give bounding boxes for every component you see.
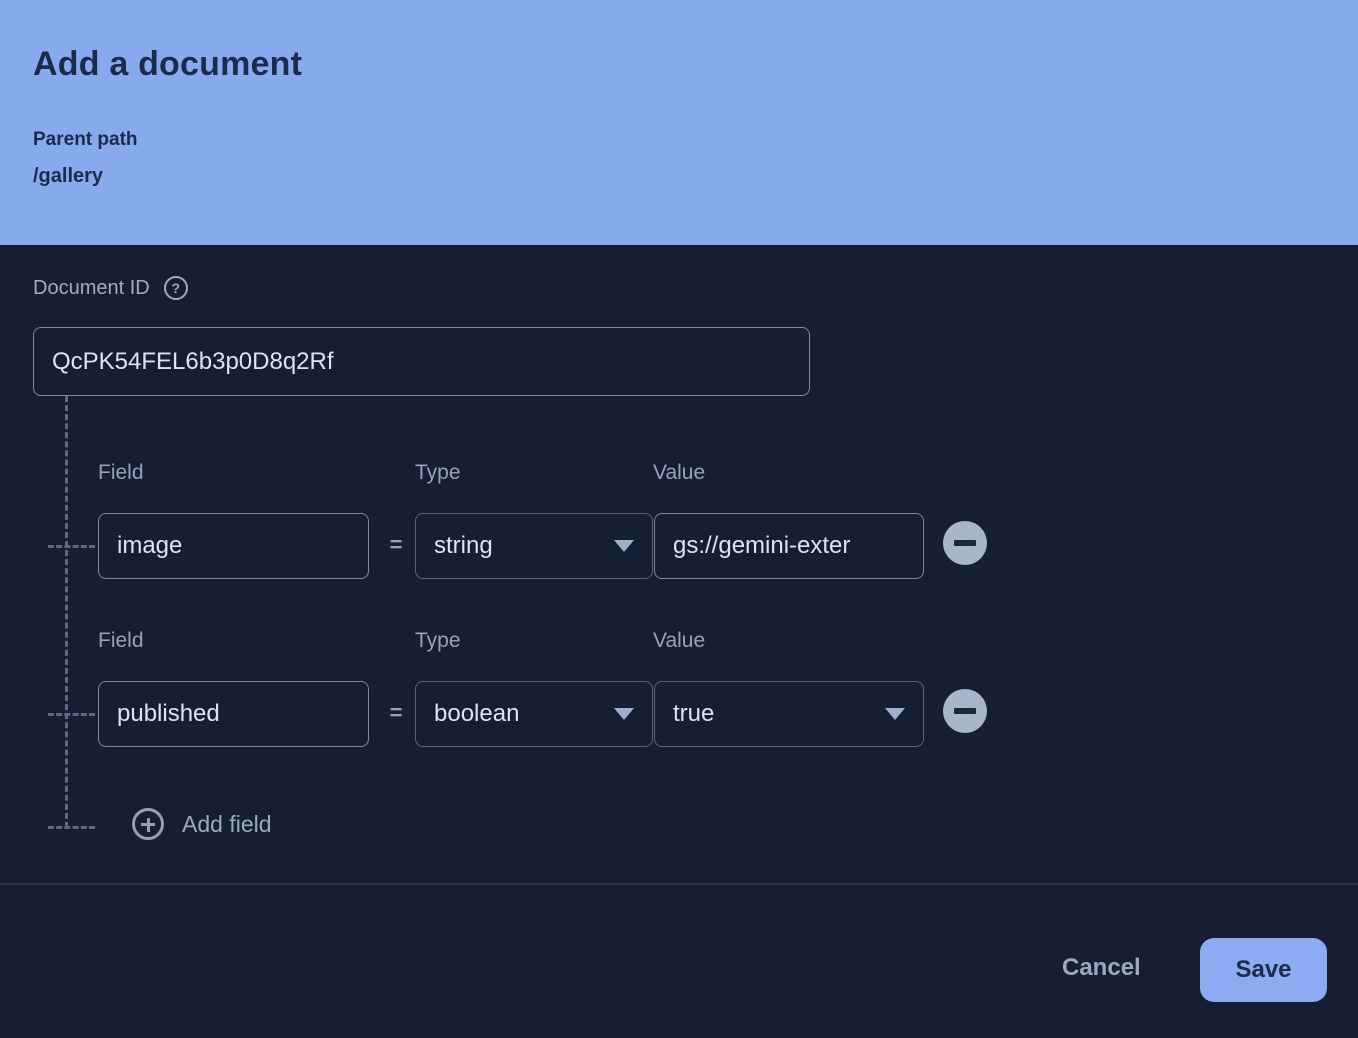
field-name-input[interactable] xyxy=(98,513,369,579)
field-value-selected-value: true xyxy=(673,700,714,728)
remove-field-button[interactable] xyxy=(943,689,987,733)
field-type-selected-value: boolean xyxy=(434,700,519,728)
parent-path-value: /gallery xyxy=(33,165,103,188)
field-column-label: Field xyxy=(98,629,144,653)
field-value-input[interactable] xyxy=(654,513,924,579)
minus-icon xyxy=(954,708,976,714)
dialog-title: Add a document xyxy=(33,45,302,84)
equals-sign: = xyxy=(385,532,407,558)
field-name-input[interactable] xyxy=(98,681,369,747)
equals-sign: = xyxy=(385,700,407,726)
cancel-button[interactable]: Cancel xyxy=(1040,944,1163,992)
footer-divider xyxy=(0,883,1358,885)
plus-circle-icon xyxy=(132,808,164,840)
tree-connector-vertical xyxy=(65,396,68,828)
tree-connector-branch xyxy=(48,545,95,548)
save-button[interactable]: Save xyxy=(1200,938,1327,1002)
document-id-label: Document ID xyxy=(33,277,150,300)
add-document-dialog: Add a document Parent path /gallery Docu… xyxy=(0,0,1358,1038)
field-type-select[interactable]: string xyxy=(415,513,653,579)
remove-field-button[interactable] xyxy=(943,521,987,565)
field-type-select[interactable]: boolean xyxy=(415,681,653,747)
help-icon[interactable]: ? xyxy=(164,276,188,300)
add-field-label: Add field xyxy=(182,811,272,838)
parent-path-label: Parent path xyxy=(33,129,138,151)
chevron-down-icon xyxy=(885,708,905,720)
value-column-label: Value xyxy=(653,629,705,653)
document-id-input[interactable] xyxy=(33,327,810,396)
field-type-selected-value: string xyxy=(434,532,493,560)
field-value-select[interactable]: true xyxy=(654,681,924,747)
document-id-label-row: Document ID ? xyxy=(33,276,188,300)
type-column-label: Type xyxy=(415,629,461,653)
dialog-header: Add a document Parent path /gallery xyxy=(0,0,1358,245)
chevron-down-icon xyxy=(614,540,634,552)
tree-connector-branch xyxy=(48,826,95,829)
field-column-label: Field xyxy=(98,461,144,485)
add-field-button[interactable]: Add field xyxy=(132,808,272,840)
chevron-down-icon xyxy=(614,708,634,720)
tree-connector-branch xyxy=(48,713,95,716)
value-column-label: Value xyxy=(653,461,705,485)
minus-icon xyxy=(954,540,976,546)
type-column-label: Type xyxy=(415,461,461,485)
